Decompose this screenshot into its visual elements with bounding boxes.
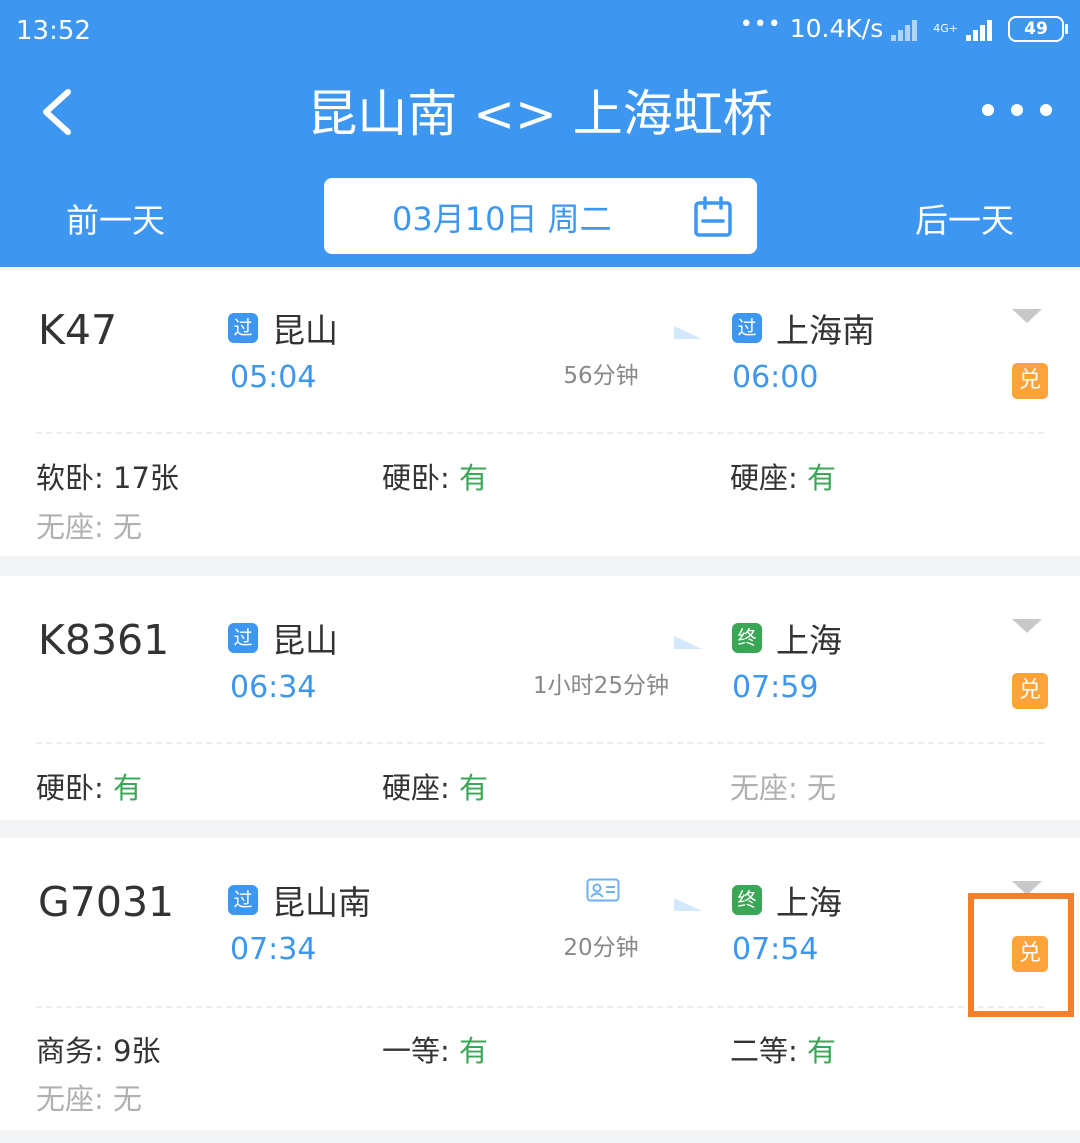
nav-bar: 昆山南 <> 上海虹桥 (0, 62, 1080, 170)
arrival-station: 终 上海 (732, 876, 842, 924)
train-number: G7031 (38, 878, 175, 926)
date-picker[interactable]: 03月10日 周二 (324, 178, 757, 254)
station-name: 昆山 (272, 621, 338, 660)
next-day-button[interactable]: 后一天 (915, 194, 1014, 242)
route-arrow-icon (500, 326, 702, 339)
departure-station: 过 昆山南 (228, 876, 371, 924)
chevron-down-icon[interactable] (1012, 309, 1042, 323)
departure-time: 06:34 (230, 670, 317, 705)
pass-badge: 过 (228, 885, 258, 915)
seat-info: 无座: 无 (36, 1082, 143, 1116)
pass-badge: 过 (228, 313, 258, 343)
arrival-time: 07:59 (732, 670, 819, 705)
route-arrow-icon (500, 636, 702, 649)
route-arrow-icon (500, 898, 702, 911)
prev-day-button[interactable]: 前一天 (66, 194, 165, 242)
exchange-badge[interactable]: 兑 (1012, 673, 1048, 709)
pass-badge: 过 (732, 313, 762, 343)
departure-time: 05:04 (230, 360, 317, 395)
date-bar: 前一天 03月10日 周二 后一天 (0, 178, 1080, 256)
arrival-station: 过 上海南 (732, 304, 875, 352)
terminal-badge: 终 (732, 885, 762, 915)
seat-info: 硬座: 有 (730, 461, 837, 495)
station-name: 昆山南 (272, 883, 371, 922)
station-name: 上海 (776, 883, 842, 922)
station-name: 上海 (776, 621, 842, 660)
seat-info: 无座: 无 (730, 771, 837, 805)
network-type: 4G+ (933, 21, 958, 35)
arrival-time: 06:00 (732, 360, 819, 395)
seat-info: 二等: 有 (730, 1034, 837, 1068)
status-dots: ••• (739, 12, 782, 37)
seat-info: 硬卧: 有 (382, 461, 489, 495)
departure-station: 过 昆山 (228, 304, 338, 352)
seat-info: 商务: 9张 (36, 1034, 161, 1068)
seat-info: 一等: 有 (382, 1034, 489, 1068)
station-name: 昆山 (272, 311, 338, 350)
header: 13:52 ••• 10.4K/s 4G+ 49 昆山南 <> 上海虹桥 前一天… (0, 0, 1080, 267)
train-number: K8361 (38, 616, 170, 664)
seat-info: 无座: 无 (36, 510, 143, 544)
seat-info: 软卧: 17张 (36, 461, 179, 495)
divider (36, 432, 1044, 434)
trip-duration: 20分钟 (563, 935, 639, 961)
trip-duration: 56分钟 (563, 363, 639, 389)
exchange-badge[interactable]: 兑 (1012, 363, 1048, 399)
departure-time: 07:34 (230, 932, 317, 967)
cell-signal-icon (966, 17, 1000, 41)
status-bar: 13:52 ••• 10.4K/s 4G+ 49 (0, 0, 1080, 62)
more-icon[interactable] (982, 90, 1052, 130)
wifi-signal-icon (891, 17, 925, 41)
divider (36, 742, 1044, 744)
divider (36, 1006, 1044, 1008)
status-indicators: ••• 10.4K/s 4G+ 49 (739, 12, 1068, 43)
battery-icon: 49 (1008, 15, 1068, 42)
arrival-station: 终 上海 (732, 614, 842, 662)
train-card[interactable]: K8361 过 昆山 06:34 1小时25分钟 终 上海 07:59 兑 硬卧… (0, 576, 1080, 820)
seat-info: 硬座: 有 (382, 771, 489, 805)
calendar-icon (694, 196, 732, 237)
departure-station: 过 昆山 (228, 614, 338, 662)
chevron-down-icon[interactable] (1012, 619, 1042, 633)
network-speed: 10.4K/s (789, 14, 884, 43)
train-card[interactable]: K47 过 昆山 05:04 56分钟 过 上海南 06:00 兑 软卧: 17… (0, 270, 1080, 556)
trip-duration: 1小时25分钟 (533, 673, 669, 699)
page-title: 昆山南 <> 上海虹桥 (307, 85, 773, 143)
status-time: 13:52 (16, 16, 91, 46)
pass-badge: 过 (228, 623, 258, 653)
arrival-time: 07:54 (732, 932, 819, 967)
selected-date: 03月10日 周二 (392, 200, 612, 238)
train-number: K47 (38, 306, 118, 354)
seat-info: 硬卧: 有 (36, 771, 143, 805)
train-card[interactable]: G7031 过 昆山南 07:34 20分钟 终 上海 07:54 兑 商务: … (0, 838, 1080, 1130)
terminal-badge: 终 (732, 623, 762, 653)
station-name: 上海南 (776, 311, 875, 350)
highlight-box (968, 893, 1074, 1017)
